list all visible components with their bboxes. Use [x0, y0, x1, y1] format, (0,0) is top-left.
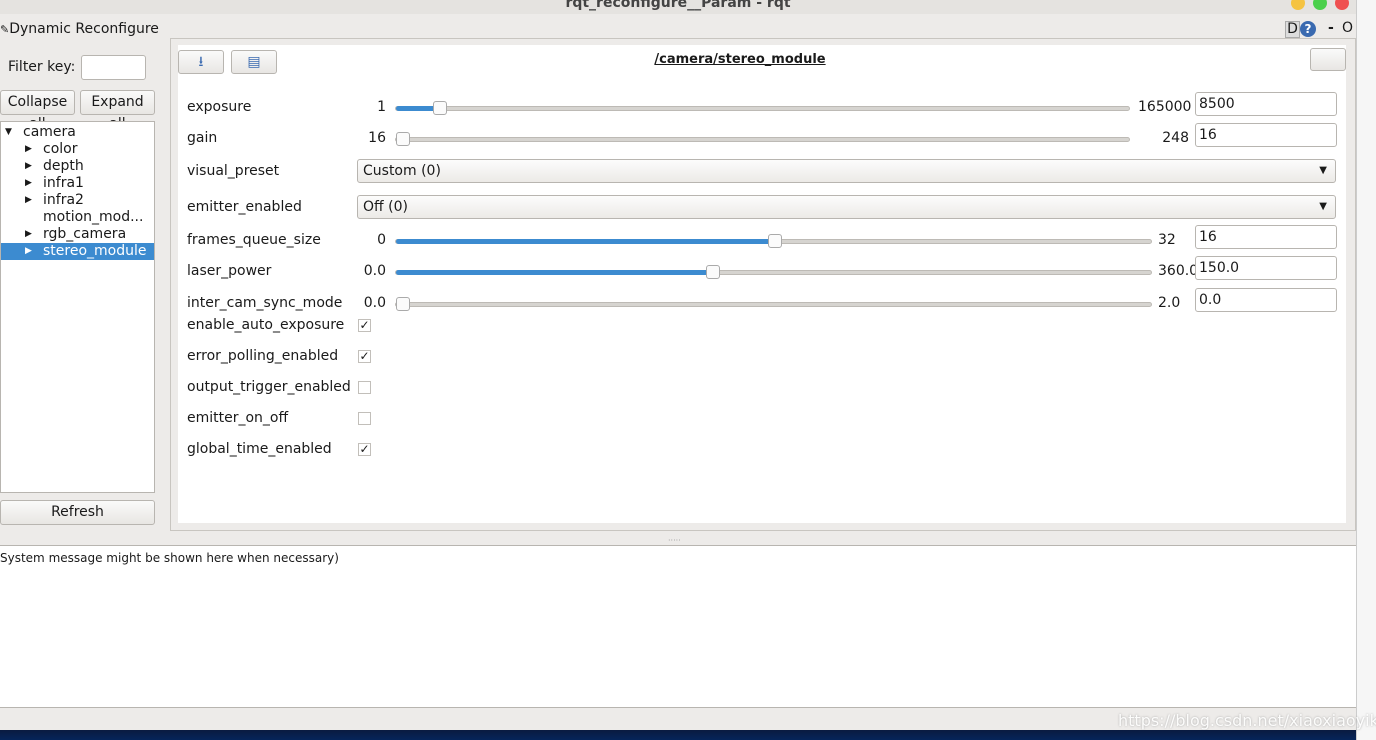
param-label-emitter_on_off: emitter_on_off — [187, 410, 289, 426]
tree-item-label: infra2 — [43, 192, 84, 208]
param-label-global_time_enabled: global_time_enabled — [187, 441, 332, 457]
slider-laser_power[interactable] — [395, 265, 1152, 279]
param-label-frames_queue_size: frames_queue_size — [187, 232, 321, 248]
param-label-inter_cam_sync_mode: inter_cam_sync_mode — [187, 295, 343, 311]
tree-item[interactable]: ▶ color — [1, 141, 154, 158]
slider-inter_cam_sync_mode[interactable] — [395, 297, 1152, 311]
tree-item-label: infra1 — [43, 175, 84, 191]
tree-item-label: color — [43, 141, 78, 157]
param-label-gain: gain — [187, 130, 218, 146]
filter-key-input[interactable] — [81, 55, 146, 80]
status-message: System message might be shown here when … — [0, 551, 339, 565]
param-label-enable_auto_exposure: enable_auto_exposure — [187, 317, 345, 333]
slider-min: 0.0 — [363, 295, 386, 311]
slider-min: 0.0 — [363, 263, 386, 279]
parameter-panel: ⭳ ▤ /camera/stereo_module exposure 1 16500… — [178, 45, 1346, 523]
chevron-down-icon: ▼ — [1319, 201, 1327, 212]
checkbox-global_time_enabled[interactable]: ✓ — [358, 443, 371, 456]
close-node-button[interactable] — [1310, 48, 1346, 71]
tree-item-label: camera — [23, 124, 76, 140]
slider-frames_queue_size[interactable] — [395, 234, 1152, 248]
message-area: System message might be shown here when … — [0, 545, 1356, 708]
expand-all-button[interactable]: Expand all — [80, 90, 155, 132]
collapsed-arrow-icon[interactable]: ▶ — [25, 243, 32, 260]
checkbox-output_trigger_enabled[interactable] — [358, 381, 371, 394]
slider-fill — [396, 106, 438, 111]
checkbox-enable_auto_exposure[interactable]: ✓ — [358, 319, 371, 332]
combo-value: Custom (0) — [363, 163, 441, 179]
collapsed-arrow-icon[interactable]: ▶ — [25, 158, 32, 175]
node-title: /camera/stereo_module — [654, 52, 826, 67]
tree-item-label: motion_mod... — [43, 209, 144, 225]
splitter-handle[interactable]: ····· — [668, 536, 681, 545]
tree-item[interactable]: motion_mod... — [1, 209, 154, 226]
collapsed-arrow-icon[interactable]: ▶ — [25, 192, 32, 209]
collapsed-arrow-icon[interactable]: ▶ — [25, 226, 32, 243]
checkbox-error_polling_enabled[interactable]: ✓ — [358, 350, 371, 363]
slider-handle[interactable] — [396, 297, 410, 311]
combo-value: Off (0) — [363, 199, 408, 215]
watermark: https://blog.csdn.net/xiaoxiaoyikesu — [1118, 711, 1376, 730]
background-window — [1356, 0, 1376, 740]
value-input-exposure[interactable]: 8500 — [1195, 92, 1337, 116]
value-input-gain[interactable]: 16 — [1195, 123, 1337, 147]
collapsed-arrow-icon[interactable]: ▶ — [25, 141, 32, 158]
slider-max: 2.0 — [1158, 295, 1181, 311]
expanded-arrow-icon[interactable]: ▼ — [5, 124, 12, 141]
checkbox-emitter_on_off[interactable] — [358, 412, 371, 425]
tree-item[interactable]: ▶ stereo_module — [1, 243, 154, 260]
refresh-button[interactable]: Refresh — [0, 500, 155, 525]
tree-item[interactable]: ▶ depth — [1, 158, 154, 175]
param-label-visual_preset: visual_preset — [187, 163, 280, 179]
param-label-output_trigger_enabled: output_trigger_enabled — [187, 379, 351, 395]
slider-max: 165000 — [1138, 99, 1192, 115]
slider-handle[interactable] — [396, 132, 410, 146]
slider-fill — [396, 270, 710, 275]
tree-item[interactable]: ▶ rgb_camera — [1, 226, 154, 243]
dock-title: ✎Dynamic Reconfigure — [0, 21, 159, 37]
slider-fill — [396, 239, 772, 244]
slider-handle[interactable] — [705, 265, 720, 279]
slider-min: 0 — [377, 232, 386, 248]
tree-item[interactable]: ▼ camera — [1, 124, 154, 141]
param-label-exposure: exposure — [187, 99, 252, 115]
param-label-error_polling_enabled: error_polling_enabled — [187, 348, 339, 364]
value-input-inter_cam_sync_mode[interactable]: 0.0 — [1195, 288, 1337, 312]
value-input-laser_power[interactable]: 150.0 — [1195, 256, 1337, 280]
taskbar — [0, 730, 1356, 740]
window-title: rqt_reconfigure__Param - rqt — [565, 0, 791, 11]
tree-item[interactable]: ▶ infra1 — [1, 175, 154, 192]
slider-min: 1 — [377, 99, 386, 115]
tree-item-label: depth — [43, 158, 84, 174]
slider-handle[interactable] — [433, 101, 448, 115]
help-icon[interactable]: ? — [1300, 21, 1316, 37]
slider-exposure[interactable] — [395, 101, 1130, 115]
value-input-frames_queue_size[interactable]: 16 — [1195, 225, 1337, 249]
slider-max: 248 — [1162, 130, 1189, 146]
tree-item-label: rgb_camera — [43, 226, 127, 242]
filter-key-label: Filter key: — [8, 59, 76, 75]
dock-d-button[interactable]: D — [1285, 21, 1300, 38]
slider-min: 16 — [368, 130, 386, 146]
slider-gain[interactable] — [395, 132, 1130, 146]
param-label-laser_power: laser_power — [187, 263, 272, 279]
combo-visual_preset[interactable]: Custom (0) ▼ — [357, 159, 1336, 183]
slider-handle[interactable] — [767, 234, 782, 248]
collapse-all-button[interactable]: Collapse all — [0, 90, 75, 132]
dock-minimize-button[interactable]: - — [1328, 20, 1334, 36]
slider-max: 360.0 — [1158, 263, 1199, 279]
slider-max: 32 — [1158, 232, 1176, 248]
dock-close-button[interactable]: O — [1342, 20, 1353, 36]
combo-emitter_enabled[interactable]: Off (0) ▼ — [357, 195, 1336, 219]
param-label-emitter_enabled: emitter_enabled — [187, 199, 302, 215]
tree-item-label: stereo_module — [43, 243, 147, 259]
tree-item[interactable]: ▶ infra2 — [1, 192, 154, 209]
chevron-down-icon: ▼ — [1319, 165, 1327, 176]
node-tree[interactable]: ▼ camera ▶ color ▶ depth ▶ infra1 ▶ infra2 motion_… — [0, 121, 155, 493]
collapsed-arrow-icon[interactable]: ▶ — [25, 175, 32, 192]
